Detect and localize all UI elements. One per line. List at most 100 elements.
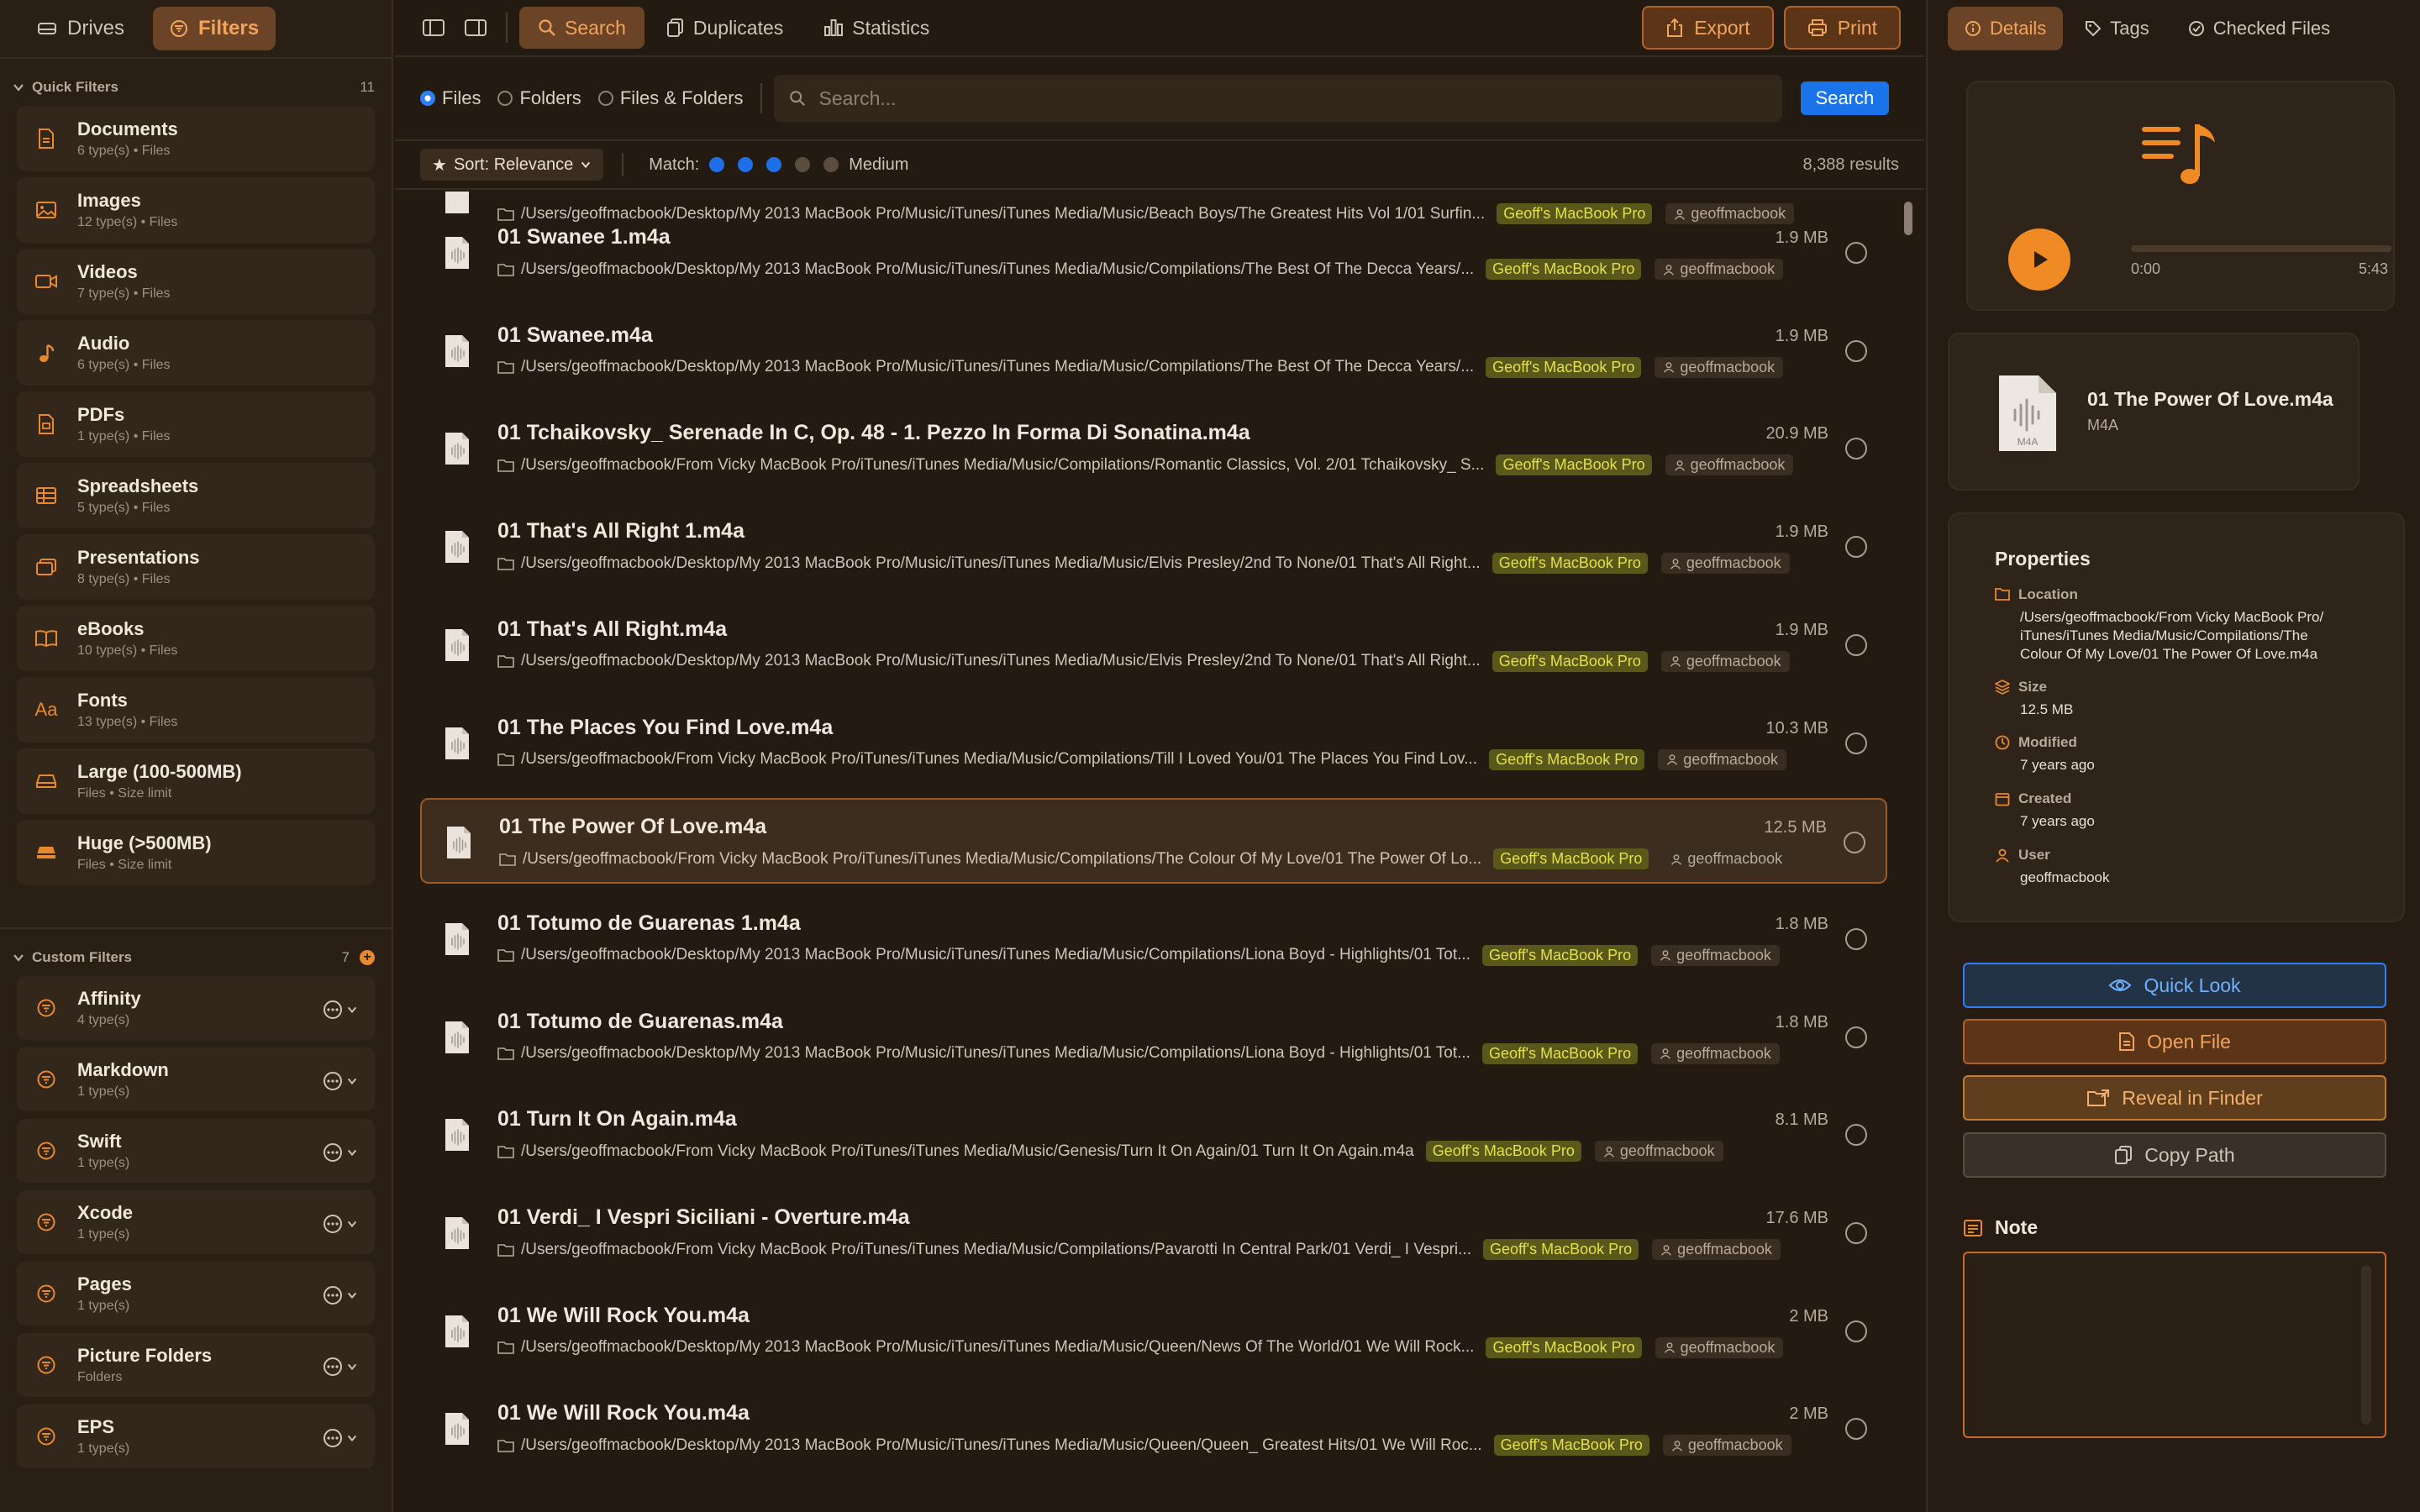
row-checkbox[interactable] (1845, 1320, 1867, 1342)
table-row[interactable]: 01 The Places You Find Love.m4a 10.3 MB/U… (420, 701, 1887, 786)
mode-statistics-button[interactable]: Statistics (805, 7, 948, 49)
quick-filter-3[interactable]: Audio 6 type(s) • Files (17, 320, 375, 386)
quick-look-button[interactable]: Quick Look (1963, 963, 2386, 1008)
table-row[interactable]: 01 That's All Right.m4a 1.9 MB/Users/geof… (420, 602, 1887, 688)
mode-search-button[interactable]: Search (519, 7, 644, 49)
match-dot[interactable] (795, 157, 811, 172)
user-icon (1995, 848, 2010, 863)
location-icon (1995, 587, 2010, 602)
quick-filter-5[interactable]: Spreadsheets 5 type(s) • Files (17, 463, 375, 528)
table-row[interactable]: 01 Swanee.m4a 1.9 MB/Users/geoffmacbook/D… (420, 308, 1887, 394)
quick-filters-header[interactable]: Quick Filters 11 (0, 69, 392, 106)
row-checkbox[interactable] (1845, 339, 1867, 362)
custom-filters-header[interactable]: Custom Filters 7 + (0, 939, 392, 976)
tab-details[interactable]: Details (1948, 7, 2064, 50)
quick-filter-6[interactable]: Presentations 8 type(s) • Files (17, 534, 375, 600)
quick-filter-0[interactable]: Documents 6 type(s) • Files (17, 106, 375, 171)
search-input[interactable]: Search... (773, 75, 1782, 122)
quick-filter-7[interactable]: eBooks 10 type(s) • Files (17, 606, 375, 671)
row-checkbox[interactable] (1845, 438, 1867, 460)
custom-filter-5[interactable]: Picture Folders Folders (17, 1333, 375, 1397)
quick-filter-1[interactable]: Images 12 type(s) • Files (17, 177, 375, 243)
table-row[interactable]: 01 Swanee 1.m4a 1.9 MB/Users/geoffmacbook… (420, 210, 1887, 296)
custom-filter-6[interactable]: EPS 1 type(s) (17, 1404, 375, 1468)
custom-filter-3[interactable]: Xcode 1 type(s) (17, 1190, 375, 1254)
custom-filter-2[interactable]: Swift 1 type(s) (17, 1119, 375, 1183)
user-badge-label: geoffmacbook (1676, 946, 1771, 963)
quick-filter-10[interactable]: Huge (>500MB) Files • Size limit (17, 820, 375, 885)
search-button[interactable]: Search (1800, 81, 1890, 115)
user-badge: geoffmacbook (1658, 748, 1787, 770)
quick-filter-9[interactable]: Large (100-500MB) Files • Size limit (17, 748, 375, 814)
tab-drives[interactable]: Drives (20, 7, 141, 50)
export-button[interactable]: Export (1642, 6, 1774, 50)
modified-icon (1995, 735, 2010, 750)
list-scrollbar[interactable] (1904, 202, 1912, 235)
table-row[interactable]: 01 We Will Rock You.m4a 2 MB/Users/geoffm… (420, 1386, 1887, 1472)
table-row[interactable]: 01 Totumo de Guarenas.m4a 1.8 MB/Users/ge… (420, 995, 1887, 1080)
custom-filter-1[interactable]: Markdown 1 type(s) (17, 1047, 375, 1111)
match-dot[interactable] (766, 157, 782, 172)
row-checkbox[interactable] (1845, 242, 1867, 264)
filter-options-button[interactable] (323, 1428, 358, 1448)
row-checkbox[interactable] (1845, 1026, 1867, 1048)
note-textarea[interactable] (1963, 1252, 2386, 1438)
match-dot[interactable] (823, 157, 839, 172)
quick-filter-2[interactable]: Videos 7 type(s) • Files (17, 249, 375, 314)
filter-options-button[interactable] (323, 1000, 358, 1020)
sort-dropdown[interactable]: ★ Sort: Relevance (420, 149, 604, 181)
tab-tags[interactable]: Tags (2068, 7, 2165, 50)
quick-filter-4[interactable]: PDFs 1 type(s) • Files (17, 391, 375, 457)
open-file-button[interactable]: Open File (1963, 1019, 2386, 1064)
print-button[interactable]: Print (1783, 6, 1901, 50)
playback-progress-slider[interactable] (2131, 245, 2391, 252)
note-scrollbar[interactable] (2361, 1265, 2371, 1425)
row-checkbox[interactable] (1845, 633, 1867, 656)
drive-badge: Geoff's MacBook Pro (1486, 1336, 1642, 1358)
row-checkbox[interactable] (1845, 536, 1867, 559)
table-row[interactable]: 01 Turn It On Again.m4a 8.1 MB/Users/geof… (420, 1092, 1887, 1178)
scope-folders-radio[interactable]: Folders (497, 87, 581, 109)
play-button[interactable] (2008, 228, 2070, 291)
scope-files-folders-radio[interactable]: Files & Folders (597, 87, 744, 109)
mode-search-label: Search (565, 16, 626, 39)
tab-checked-files[interactable]: Checked Files (2171, 7, 2347, 50)
toggle-sidebar-right-icon[interactable] (460, 13, 491, 43)
table-row[interactable]: 01 Totumo de Guarenas 1.m4a 1.8 MB/Users/… (420, 896, 1887, 982)
user-badge-label: geoffmacbook (1686, 554, 1781, 572)
row-checkbox[interactable] (1845, 1418, 1867, 1441)
file-path: /Users/geoffmacbook/From Vicky MacBook P… (497, 454, 1794, 476)
quick-filter-8[interactable]: Aa Fonts 13 type(s) • Files (17, 677, 375, 743)
row-checkbox[interactable] (1845, 732, 1867, 754)
custom-filter-0[interactable]: Affinity 4 type(s) (17, 976, 375, 1040)
user-badge: geoffmacbook (1660, 553, 1790, 575)
add-custom-filter-button[interactable]: + (360, 950, 375, 965)
filter-options-button[interactable] (323, 1142, 358, 1163)
match-level-control[interactable]: Match: Medium (649, 155, 908, 175)
match-dot[interactable] (709, 157, 725, 172)
reveal-in-finder-button[interactable]: Reveal in Finder (1963, 1075, 2386, 1121)
table-row[interactable]: 01 That's All Right 1.m4a 1.9 MB/Users/ge… (420, 504, 1887, 590)
row-checkbox[interactable] (1845, 927, 1867, 950)
table-row[interactable]: 01 Verdi_ I Vespri Siciliani - Overture.… (420, 1190, 1887, 1276)
search-icon (538, 18, 556, 37)
tab-filters[interactable]: Filters (153, 7, 276, 50)
note-icon (1963, 1219, 1983, 1237)
mode-duplicates-button[interactable]: Duplicates (648, 7, 802, 49)
filter-options-button[interactable] (323, 1357, 358, 1377)
table-row[interactable]: 01 We Will Rock You.m4a 2 MB/Users/geoffm… (420, 1289, 1887, 1374)
custom-filter-4[interactable]: Pages 1 type(s) (17, 1262, 375, 1326)
filter-options-button[interactable] (323, 1214, 358, 1234)
filter-options-button[interactable] (323, 1071, 358, 1091)
row-checkbox[interactable] (1845, 1124, 1867, 1147)
copy-path-button[interactable]: Copy Path (1963, 1132, 2386, 1178)
row-checkbox[interactable] (1845, 1222, 1867, 1244)
toggle-sidebar-left-icon[interactable] (418, 13, 449, 43)
custom-filter-text: Swift 1 type(s) (77, 1131, 129, 1171)
match-dot[interactable] (738, 157, 754, 172)
scope-files-radio[interactable]: Files (420, 87, 481, 109)
table-row-selected[interactable]: 01 The Power Of Love.m4a 12.5 MB/Users/ge… (420, 798, 1887, 885)
table-row[interactable]: 01 Tchaikovsky_ Serenade In C, Op. 48 - … (420, 406, 1887, 491)
row-checkbox[interactable] (1844, 832, 1865, 854)
filter-options-button[interactable] (323, 1285, 358, 1305)
